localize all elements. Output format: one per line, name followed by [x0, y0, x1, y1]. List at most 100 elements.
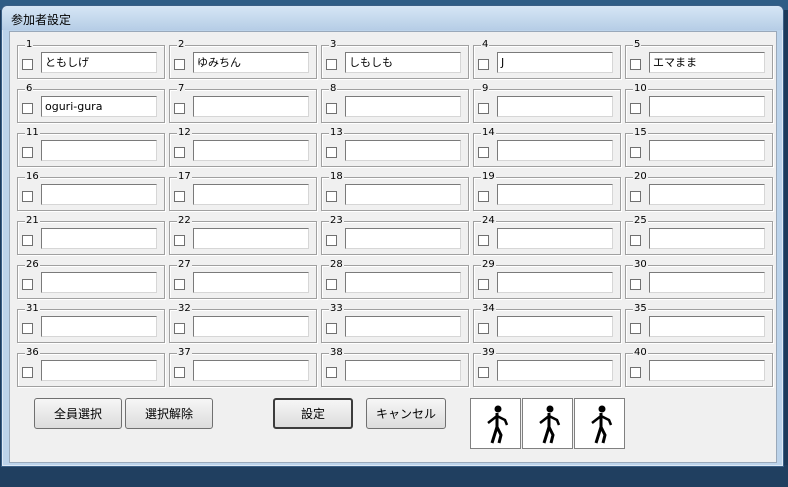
slot-checkbox[interactable] — [478, 147, 489, 158]
slot-checkbox[interactable] — [174, 103, 185, 114]
slot-checkbox[interactable] — [326, 147, 337, 158]
slot-name-input[interactable] — [193, 140, 309, 161]
figure-preview-box[interactable] — [522, 398, 573, 449]
slot-checkbox[interactable] — [22, 367, 33, 378]
slot-checkbox[interactable] — [22, 103, 33, 114]
slot-checkbox[interactable] — [174, 367, 185, 378]
slot-checkbox[interactable] — [630, 279, 641, 290]
slot-checkbox[interactable] — [326, 323, 337, 334]
slot-checkbox[interactable] — [174, 323, 185, 334]
slot-checkbox[interactable] — [174, 279, 185, 290]
slot-checkbox[interactable] — [478, 59, 489, 70]
slot-checkbox[interactable] — [630, 323, 641, 334]
slot-name-input[interactable]: エマまま — [649, 52, 765, 73]
slot-name-input[interactable] — [497, 96, 613, 117]
slot-name-input[interactable] — [649, 96, 765, 117]
slot-name-input[interactable]: ともしげ — [41, 52, 157, 73]
slot-name-input[interactable] — [193, 96, 309, 117]
slot-name-input[interactable]: しもしも — [345, 52, 461, 73]
slot-checkbox[interactable] — [22, 323, 33, 334]
slot-name-input[interactable] — [41, 360, 157, 381]
slot-name-input[interactable] — [345, 140, 461, 161]
slot-name-input[interactable] — [649, 184, 765, 205]
slot-checkbox[interactable] — [22, 191, 33, 202]
slot-checkbox[interactable] — [478, 367, 489, 378]
slot-name-input[interactable] — [41, 140, 157, 161]
slot-name-input[interactable] — [649, 140, 765, 161]
slot-number: 5 — [633, 39, 642, 50]
slot-checkbox[interactable] — [630, 235, 641, 246]
slot-checkbox[interactable] — [22, 235, 33, 246]
slot-checkbox[interactable] — [478, 279, 489, 290]
slot-checkbox[interactable] — [630, 103, 641, 114]
participant-slot: 3 しもしも — [321, 39, 469, 79]
desktop-taskbar-area — [0, 465, 788, 487]
slot-checkbox[interactable] — [478, 191, 489, 202]
slot-checkbox[interactable] — [174, 59, 185, 70]
slot-checkbox[interactable] — [326, 191, 337, 202]
figure-preview-box[interactable] — [574, 398, 625, 449]
slot-name-input[interactable] — [193, 272, 309, 293]
slot-checkbox[interactable] — [478, 235, 489, 246]
slot-checkbox[interactable] — [326, 367, 337, 378]
window-title: 参加者設定 — [11, 13, 72, 27]
slot-name-input[interactable] — [649, 272, 765, 293]
participant-slot: 14 — [473, 127, 621, 167]
slot-checkbox[interactable] — [22, 59, 33, 70]
slot-name-input[interactable] — [497, 272, 613, 293]
slot-checkbox[interactable] — [630, 147, 641, 158]
slot-name-input[interactable] — [41, 184, 157, 205]
slot-name-input[interactable] — [193, 316, 309, 337]
slot-checkbox[interactable] — [174, 147, 185, 158]
slot-number: 4 — [481, 39, 490, 50]
slot-checkbox[interactable] — [630, 367, 641, 378]
slot-name-input[interactable]: ゆみちん — [193, 52, 309, 73]
ok-button[interactable]: 設定 — [273, 398, 353, 429]
slot-checkbox[interactable] — [326, 235, 337, 246]
participant-settings-window: 参加者設定 1 ともしげ 2 ゆみちん 3 しもしも 4 J 5 エマまま 6 oguri-gura 7… — [1, 5, 784, 467]
slot-number: 37 — [177, 347, 192, 358]
slot-name-input[interactable] — [193, 228, 309, 249]
slot-checkbox[interactable] — [174, 235, 185, 246]
slot-name-input[interactable] — [345, 272, 461, 293]
slot-name-input[interactable]: J — [497, 52, 613, 73]
slot-name-input[interactable] — [345, 228, 461, 249]
slot-checkbox[interactable] — [630, 191, 641, 202]
title-bar[interactable]: 参加者設定 — [2, 6, 783, 30]
slot-checkbox[interactable] — [326, 279, 337, 290]
participant-grid: 1 ともしげ 2 ゆみちん 3 しもしも 4 J 5 エマまま 6 oguri-gura 7 8 9 10 11… — [17, 39, 773, 387]
slot-name-input[interactable]: oguri-gura — [41, 96, 157, 117]
slot-name-input[interactable] — [497, 228, 613, 249]
slot-checkbox[interactable] — [22, 279, 33, 290]
slot-name-input[interactable] — [497, 184, 613, 205]
slot-name-input[interactable] — [649, 228, 765, 249]
slot-name-input[interactable] — [193, 184, 309, 205]
slot-checkbox[interactable] — [326, 59, 337, 70]
select-all-button[interactable]: 全員選択 — [34, 398, 122, 429]
slot-checkbox[interactable] — [326, 103, 337, 114]
figure-preview-box[interactable] — [470, 398, 521, 449]
slot-name-input[interactable] — [345, 96, 461, 117]
slot-checkbox[interactable] — [478, 323, 489, 334]
slot-name-input[interactable] — [345, 184, 461, 205]
slot-name-input[interactable] — [649, 316, 765, 337]
slot-name-input[interactable] — [41, 228, 157, 249]
cancel-button[interactable]: キャンセル — [366, 398, 446, 429]
slot-name-input[interactable] — [41, 316, 157, 337]
slot-checkbox[interactable] — [174, 191, 185, 202]
slot-name-input[interactable] — [649, 360, 765, 381]
slot-name-input[interactable] — [41, 272, 157, 293]
slot-name-input[interactable] — [345, 316, 461, 337]
slot-number: 23 — [329, 215, 344, 226]
participant-slot: 26 — [17, 259, 165, 299]
slot-checkbox[interactable] — [630, 59, 641, 70]
participant-slot: 11 — [17, 127, 165, 167]
slot-name-input[interactable] — [193, 360, 309, 381]
slot-name-input[interactable] — [497, 360, 613, 381]
slot-name-input[interactable] — [497, 316, 613, 337]
slot-name-input[interactable] — [497, 140, 613, 161]
slot-checkbox[interactable] — [478, 103, 489, 114]
deselect-all-button[interactable]: 選択解除 — [125, 398, 213, 429]
slot-checkbox[interactable] — [22, 147, 33, 158]
slot-name-input[interactable] — [345, 360, 461, 381]
